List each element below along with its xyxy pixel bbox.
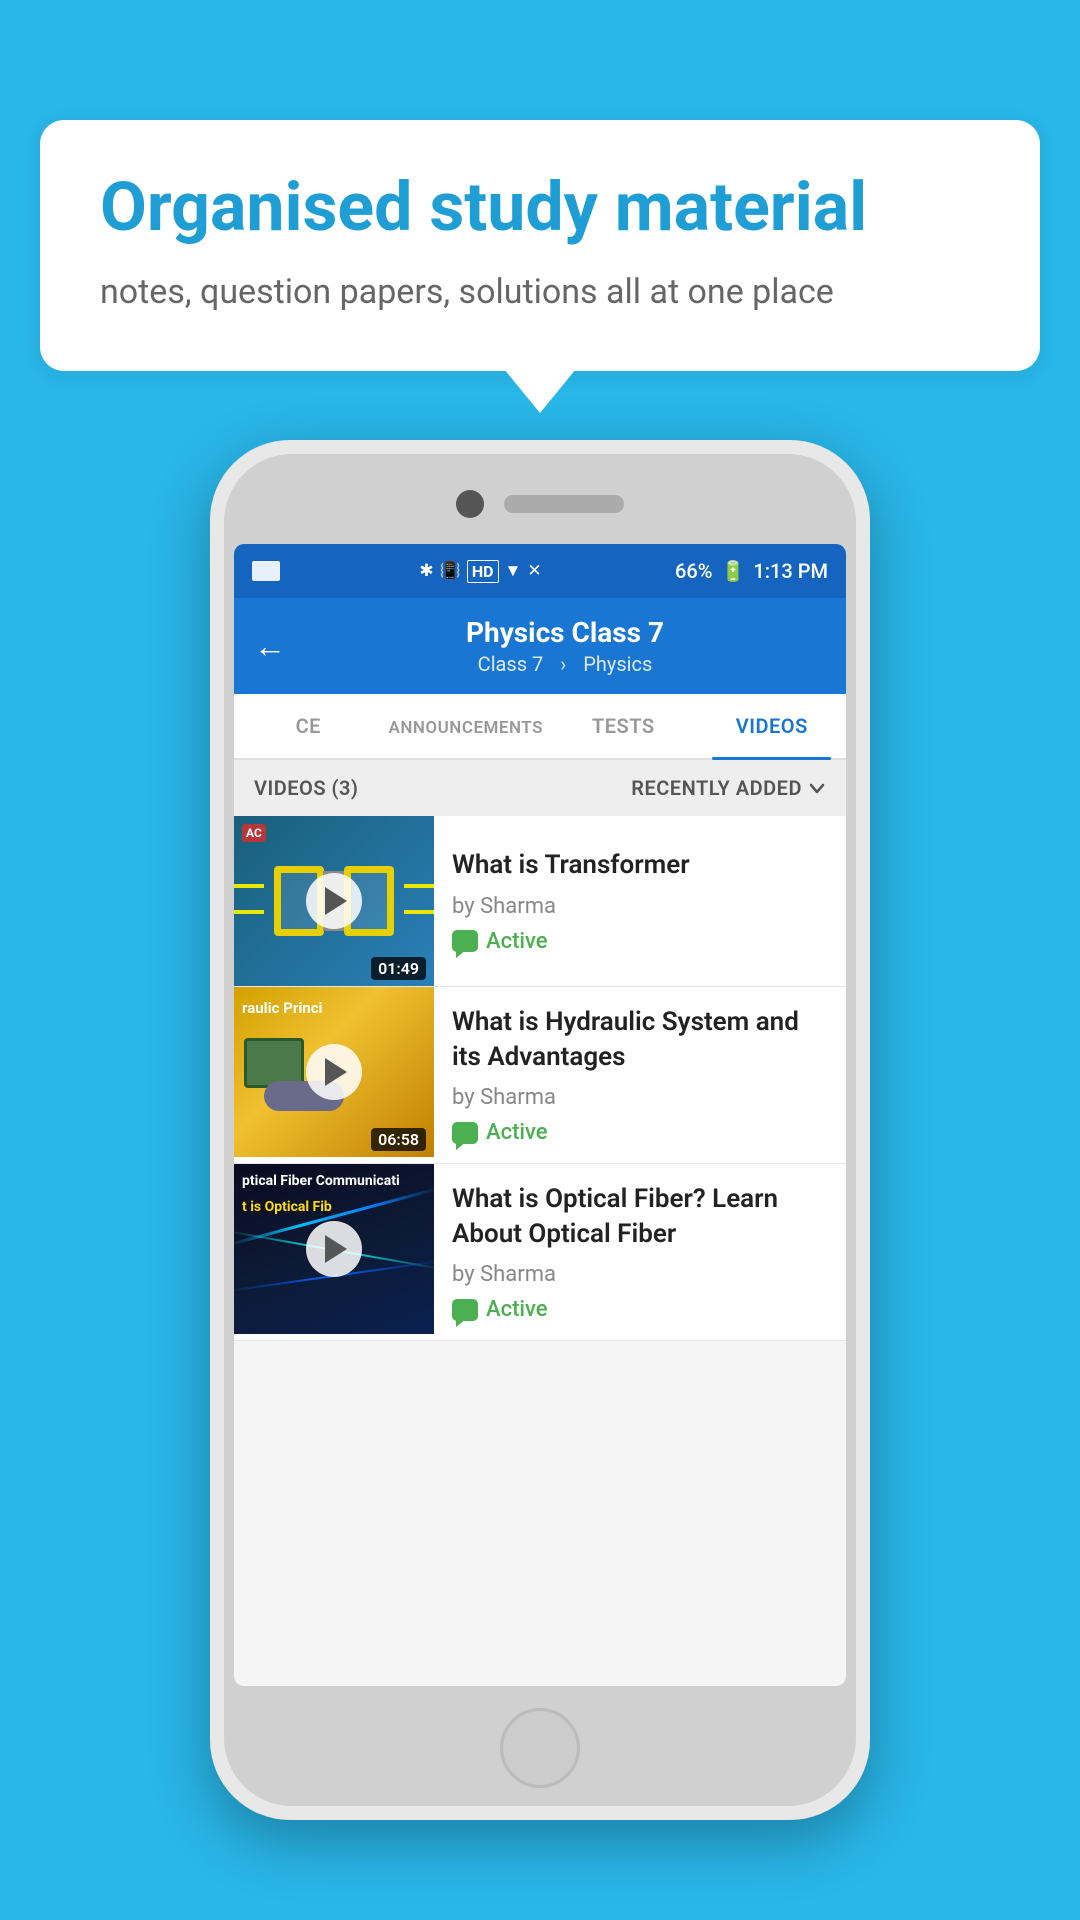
bubble-title: Organised study material [100,170,980,245]
chat-icon-optical [452,1299,478,1321]
header-main-title: Physics Class 7 [304,616,826,649]
video-author-transformer: by Sharma [452,894,828,919]
battery-icon: 🔋 [720,559,745,583]
video-item-hydraulic[interactable]: raulic Princi 06:58 What is Hydraulic Sy… [234,987,846,1164]
signal-icon: ✕ [527,561,541,581]
breadcrumb-subject: Physics [583,652,652,676]
hd-badge: HD [467,560,499,583]
status-right: 66% 🔋 1:13 PM [675,559,828,583]
video-duration-hydraulic: 06:58 [371,1128,426,1151]
video-info-optical: What is Optical Fiber? Learn About Optic… [434,1164,846,1340]
play-button-optical[interactable] [306,1221,362,1277]
chevron-down-icon [808,779,826,797]
status-left-icons [252,561,286,581]
thumbnail-label-ac: AC [242,824,266,842]
phone-screen: ✱ 📳 HD ▼ ✕ 66% 🔋 1:13 PM ← Physics [234,544,846,1686]
speech-bubble: Organised study material notes, question… [40,120,1040,371]
chat-icon-transformer [452,930,478,952]
thumbnail-transformer: AC 01:49 [234,816,434,986]
tab-tests[interactable]: TESTS [549,694,698,758]
video-title-optical: What is Optical Fiber? Learn About Optic… [452,1182,828,1252]
video-title-hydraulic: What is Hydraulic System and its Advanta… [452,1005,828,1075]
play-button-transformer[interactable] [306,873,362,929]
phone-home-button[interactable] [500,1708,580,1788]
header-breadcrumb: Class 7 › Physics [304,652,826,676]
phone-inner: ✱ 📳 HD ▼ ✕ 66% 🔋 1:13 PM ← Physics [224,454,856,1806]
thumbnail-hydraulic-text: raulic Princi [234,999,434,1019]
status-middle-icons: ✱ 📳 HD ▼ ✕ [419,560,541,583]
video-status-optical: Active [452,1297,828,1322]
video-author-hydraulic: by Sharma [452,1085,828,1110]
video-status-transformer: Active [452,929,828,954]
notification-icon [252,561,280,581]
back-button[interactable]: ← [254,627,286,665]
chat-icon-hydraulic [452,1122,478,1144]
breadcrumb-separator: › [560,652,566,676]
wifi-icon: ▼ [505,561,522,581]
phone-camera-icon [456,490,484,518]
video-item-optical[interactable]: ptical Fiber Communicati t is Optical Fi… [234,1164,846,1341]
video-duration-transformer: 01:49 [371,957,426,980]
breadcrumb-class: Class 7 [478,652,544,676]
bubble-subtitle: notes, question papers, solutions all at… [100,269,980,317]
time-display: 1:13 PM [753,559,828,583]
tab-videos[interactable]: VIDEOS [698,694,847,758]
video-info-transformer: What is Transformer by Sharma Active [434,816,846,986]
videos-count: VIDEOS (3) [254,776,358,800]
thumbnail-optical-text-1: ptical Fiber Communicati [234,1172,434,1190]
video-title-transformer: What is Transformer [452,848,828,883]
screen-content: ← Physics Class 7 Class 7 › Physics CE [234,598,846,1686]
header-title-area: Physics Class 7 Class 7 › Physics [304,616,826,676]
videos-list-header: VIDEOS (3) RECENTLY ADDED [234,760,846,816]
vibrate-icon: 📳 [440,561,461,581]
app-header: ← Physics Class 7 Class 7 › Physics [234,598,846,694]
speech-bubble-area: Organised study material notes, question… [40,120,1040,371]
battery-percent: 66% [675,559,712,583]
sort-button[interactable]: RECENTLY ADDED [631,776,826,800]
bluetooth-icon: ✱ [419,561,433,581]
video-status-hydraulic: Active [452,1120,828,1145]
video-author-optical: by Sharma [452,1262,828,1287]
thumbnail-hydraulic: raulic Princi 06:58 [234,987,434,1157]
video-info-hydraulic: What is Hydraulic System and its Advanta… [434,987,846,1163]
phone-speaker [504,495,624,513]
tabs-bar: CE ANNOUNCEMENTS TESTS VIDEOS [234,694,846,760]
tab-announcements[interactable]: ANNOUNCEMENTS [383,694,549,758]
phone-top-bar [234,464,846,544]
thumbnail-bg-optical: ptical Fiber Communicati t is Optical Fi… [234,1164,434,1334]
tab-ce[interactable]: CE [234,694,383,758]
thumbnail-optical: ptical Fiber Communicati t is Optical Fi… [234,1164,434,1334]
video-item-transformer[interactable]: AC 01:49 What is Transformer by Sharma A… [234,816,846,987]
phone-frame: ✱ 📳 HD ▼ ✕ 66% 🔋 1:13 PM ← Physics [210,440,870,1820]
play-button-hydraulic[interactable] [306,1044,362,1100]
status-bar: ✱ 📳 HD ▼ ✕ 66% 🔋 1:13 PM [234,544,846,598]
